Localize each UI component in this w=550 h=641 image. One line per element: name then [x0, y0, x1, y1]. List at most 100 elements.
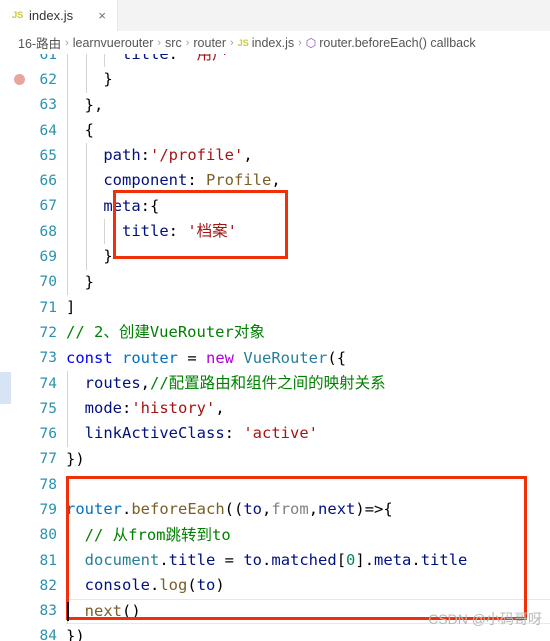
line-number: 74 — [39, 375, 57, 392]
code-line[interactable]: 64 { — [0, 117, 550, 144]
line-number: 77 — [39, 451, 57, 468]
code-text: document.title = to.matched[0].meta.titl… — [66, 548, 468, 573]
code-line[interactable]: 68 title: '档案' — [0, 219, 550, 245]
code-line[interactable]: 72 // 2、创建VueRouter对象 — [0, 320, 550, 345]
code-line[interactable]: 62 } — [0, 67, 550, 93]
code-line[interactable]: 73 const router = new VueRouter({ — [0, 346, 550, 371]
code-token: document — [84, 550, 160, 569]
close-icon[interactable]: × — [95, 9, 109, 22]
code-token: VueRouter — [243, 348, 328, 367]
code-token: to — [196, 576, 216, 595]
editor-tab-bar: JS index.js × — [0, 0, 550, 31]
code-editor[interactable]: 61 title: '用户' 62 } 63 }, 64 {65 path:'/pro… — [0, 54, 550, 641]
code-token: mode — [84, 399, 122, 418]
code-line[interactable]: 80 // 从from跳转到to — [0, 522, 550, 548]
editor-tab-label: index.js — [29, 8, 74, 23]
code-text: }) — [66, 447, 85, 472]
code-line[interactable]: 82 console.log(to) — [0, 573, 550, 599]
line-number: 66 — [39, 173, 57, 190]
line-number: 62 — [39, 71, 57, 88]
code-line[interactable]: 79 router.beforeEach((to,from,next)=>{ — [0, 497, 550, 522]
code-line[interactable]: 67 meta:{ — [0, 193, 550, 220]
code-line[interactable]: 66 component: Profile, — [0, 168, 550, 194]
code-token: to — [243, 500, 263, 519]
code-text: // 2、创建VueRouter对象 — [66, 320, 265, 345]
code-token: routes — [84, 373, 141, 392]
code-line[interactable]: 74 routes,//配置路由和组件之间的映射关系 — [0, 370, 550, 397]
code-token: . — [411, 550, 421, 569]
line-number: 83 — [39, 603, 57, 620]
code-token: beforeEach — [131, 500, 225, 519]
line-number: 73 — [39, 350, 57, 367]
code-token: : — [224, 424, 244, 443]
code-token: )=>{ — [355, 500, 393, 519]
code-token: '用户' — [187, 54, 238, 63]
code-line[interactable]: 65 path:'/profile', — [0, 143, 550, 169]
code-token: . — [262, 550, 272, 569]
line-number: 81 — [39, 552, 57, 569]
code-token: [ — [336, 550, 347, 569]
line-number: 79 — [39, 501, 57, 518]
javascript-file-icon: JS — [237, 37, 249, 48]
code-line[interactable]: 81 document.title = to.matched[0].meta.t… — [0, 547, 550, 574]
breadcrumb-item-folder-1[interactable]: 16-路由 — [18, 33, 61, 52]
code-token: console — [84, 576, 150, 595]
code-token: //配置路由和组件之间的映射关系 — [150, 373, 386, 392]
chevron-right-icon: › — [230, 36, 234, 49]
code-token: linkActiveClass — [84, 424, 225, 443]
code-text: console.log(to) — [66, 573, 225, 598]
code-token: , — [308, 500, 319, 519]
code-token: new — [206, 348, 235, 367]
code-token: () — [122, 601, 141, 620]
breadcrumb-item-folder-4[interactable]: router — [193, 36, 226, 50]
code-token: ) — [215, 576, 225, 595]
code-line[interactable]: 71] — [0, 295, 550, 320]
code-token: } — [66, 272, 94, 291]
code-text: path:'/profile', — [66, 143, 252, 168]
breadcrumb-item-symbol[interactable]: router.beforeEach() callback — [319, 36, 475, 50]
breadcrumb-item-file[interactable]: index.js — [252, 36, 294, 50]
code-token: title — [122, 54, 169, 63]
code-token: ] — [66, 297, 76, 316]
code-token: const — [66, 348, 113, 367]
code-text: const router = new VueRouter({ — [66, 346, 346, 371]
breadcrumb-item-folder-2[interactable]: learnvuerouter — [73, 36, 154, 50]
code-lines-container: 61 title: '用户' 62 } 63 }, 64 {65 path:'/pro… — [0, 54, 550, 641]
line-number: 67 — [39, 198, 57, 215]
code-token: (( — [224, 500, 244, 519]
code-line[interactable]: 75 mode:'history', — [0, 396, 550, 422]
code-line[interactable]: 70 } — [0, 269, 550, 295]
code-line[interactable]: 63 }, — [0, 92, 550, 118]
code-token: } — [66, 70, 113, 89]
code-text: } — [66, 244, 112, 269]
line-number: 70 — [39, 274, 57, 291]
code-token: // 从from跳转到to — [84, 525, 231, 544]
code-line[interactable]: 69 } — [0, 244, 550, 270]
code-token: : — [168, 54, 188, 63]
code-token: . — [150, 576, 160, 595]
code-line[interactable]: 77}) — [0, 447, 550, 472]
line-number: 84 — [39, 628, 57, 641]
code-token: : — [140, 146, 150, 165]
code-text: }) — [66, 624, 85, 641]
breadcrumb-item-folder-3[interactable]: src — [165, 36, 182, 50]
line-number: 65 — [39, 147, 57, 164]
code-text: title: '档案' — [66, 219, 237, 244]
code-token: , — [271, 171, 281, 190]
code-token: : — [122, 399, 132, 418]
code-line[interactable]: 78 — [0, 472, 550, 497]
code-token: router — [122, 348, 179, 367]
code-line[interactable]: 76 linkActiveClass: 'active' — [0, 421, 550, 447]
code-line[interactable]: 61 title: '用户' — [0, 54, 550, 68]
code-token: title — [168, 550, 216, 569]
code-token: router — [66, 500, 122, 519]
code-token: { — [66, 120, 94, 139]
editor-tab-index-js[interactable]: JS index.js × — [0, 0, 118, 31]
code-text: router.beforeEach((to,from,next)=>{ — [66, 497, 393, 522]
code-text: title: '用户' — [66, 54, 237, 67]
